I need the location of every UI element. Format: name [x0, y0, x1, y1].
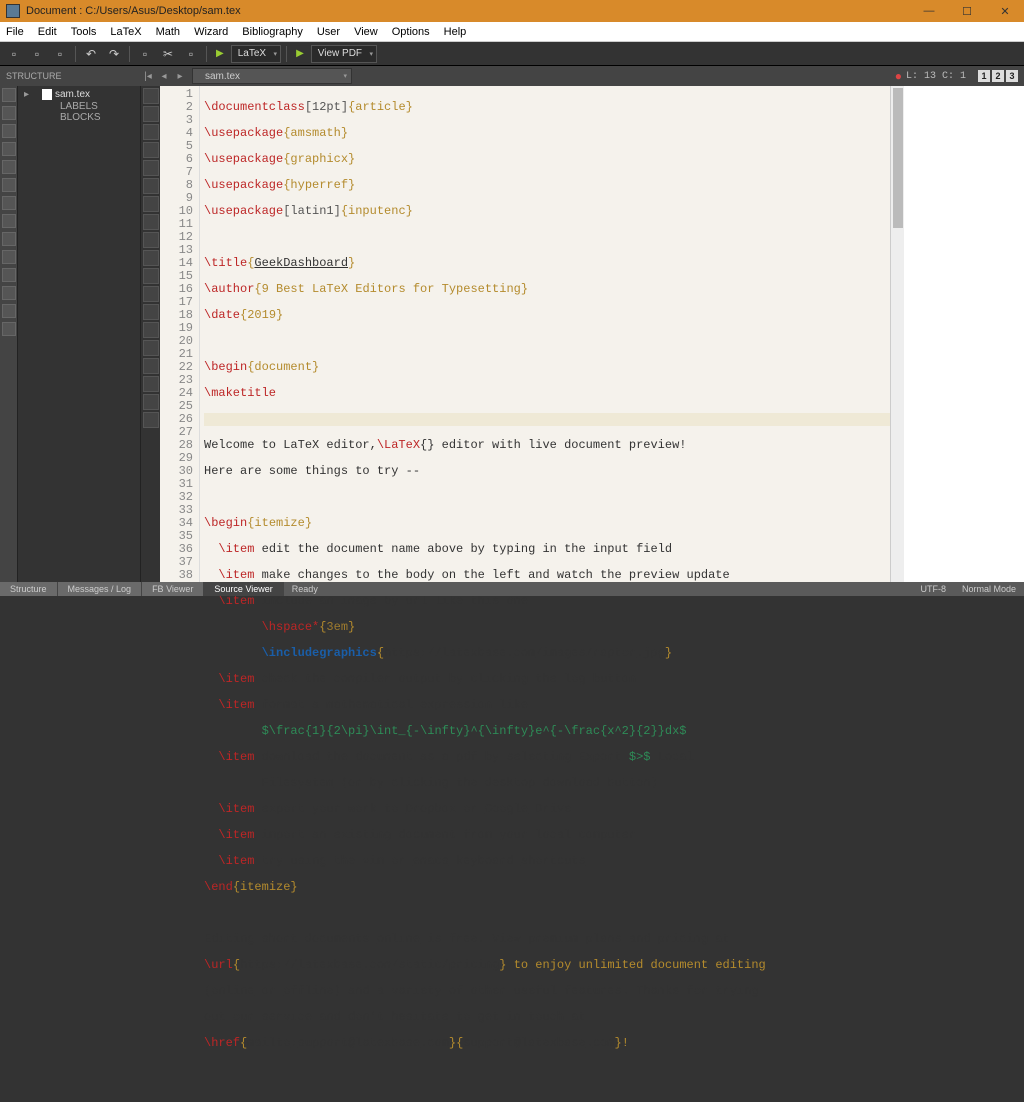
status-ready: Ready — [284, 584, 326, 594]
structure-file[interactable]: sam.tex — [22, 88, 136, 101]
side-icon[interactable] — [143, 358, 159, 374]
bottom-tab-structure[interactable]: Structure — [0, 582, 58, 596]
left-icon[interactable] — [2, 322, 16, 336]
bottom-tab-fbviewer[interactable]: FB Viewer — [142, 582, 204, 596]
maximize-button[interactable]: ☐ — [948, 0, 986, 22]
left-icon[interactable] — [2, 160, 16, 174]
side-icon[interactable] — [143, 106, 159, 122]
status-encoding: UTF-8 — [912, 584, 954, 594]
undo-icon[interactable]: ↶ — [81, 44, 101, 64]
preview-panel — [904, 86, 1024, 582]
side-icon[interactable] — [143, 250, 159, 266]
split-1-icon[interactable]: 1 — [978, 70, 990, 82]
left-icon[interactable] — [2, 232, 16, 246]
menu-tools[interactable]: Tools — [71, 26, 97, 38]
left-icon[interactable] — [2, 178, 16, 192]
redo-icon[interactable]: ↷ — [104, 44, 124, 64]
paste-icon[interactable]: ▫ — [181, 44, 201, 64]
menu-help[interactable]: Help — [444, 26, 467, 38]
structure-labels[interactable]: LABELS — [22, 101, 136, 112]
left-icon[interactable] — [2, 124, 16, 138]
close-button[interactable]: ✕ — [986, 0, 1024, 22]
cursor-position: L: 13 C: 1 — [906, 71, 966, 82]
code-editor[interactable]: \documentclass[12pt]{article} \usepackag… — [200, 86, 890, 582]
status-mode: Normal Mode — [954, 584, 1024, 594]
new-doc-icon[interactable]: ▫ — [4, 44, 24, 64]
bottom-bar: Structure Messages / Log FB Viewer Sourc… — [0, 582, 1024, 596]
tab-row: STRUCTURE |◂ ◂ ▸ sam.tex▾ ● L: 13 C: 1 1… — [0, 66, 1024, 86]
left-icon[interactable] — [2, 268, 16, 282]
toolbar: ▫ ▫ ▫ ↶ ↷ ▫ ✂ ▫ ▶ LaTeX▾ ▶ View PDF▾ — [0, 42, 1024, 66]
modified-dot-icon: ● — [895, 69, 902, 83]
split-3-icon[interactable]: 3 — [1006, 70, 1018, 82]
minimize-button[interactable]: — — [910, 0, 948, 22]
left-icon[interactable] — [2, 196, 16, 210]
menu-bibliography[interactable]: Bibliography — [242, 26, 303, 38]
side-icon[interactable] — [143, 340, 159, 356]
structure-panel: sam.tex LABELS BLOCKS — [18, 86, 140, 582]
menu-math[interactable]: Math — [156, 26, 180, 38]
side-icon[interactable] — [143, 286, 159, 302]
left-icon[interactable] — [2, 142, 16, 156]
side-icon[interactable] — [143, 124, 159, 140]
side-icon[interactable] — [143, 160, 159, 176]
side-icon[interactable] — [143, 232, 159, 248]
view-icon[interactable]: ▶ — [296, 48, 304, 59]
copy-icon[interactable]: ▫ — [135, 44, 155, 64]
side-icon[interactable] — [143, 196, 159, 212]
viewpdf-dropdown[interactable]: View PDF▾ — [311, 45, 377, 63]
open-icon[interactable]: ▫ — [27, 44, 47, 64]
side-icon[interactable] — [143, 214, 159, 230]
titlebar: Document : C:/Users/Asus/Desktop/sam.tex… — [0, 0, 1024, 22]
compiler-dropdown[interactable]: LaTeX▾ — [231, 45, 281, 63]
cut-icon[interactable]: ✂ — [158, 44, 178, 64]
left-toolbar — [0, 86, 18, 582]
side-icon[interactable] — [143, 376, 159, 392]
bottom-tab-source[interactable]: Source Viewer — [204, 582, 283, 596]
side-icon[interactable] — [143, 412, 159, 428]
nav-first-icon[interactable]: |◂ — [140, 71, 156, 82]
structure-blocks[interactable]: BLOCKS — [22, 112, 136, 123]
line-gutter: 1 2 3 4 5 6 7 8 9 10 11 12 13 14 15 16 1… — [160, 86, 200, 582]
left-icon[interactable] — [2, 250, 16, 264]
menu-options[interactable]: Options — [392, 26, 430, 38]
editor-side-toolbar — [140, 86, 160, 582]
menu-file[interactable]: File — [6, 26, 24, 38]
left-icon[interactable] — [2, 214, 16, 228]
left-icon[interactable] — [2, 304, 16, 318]
save-icon[interactable]: ▫ — [50, 44, 70, 64]
left-icon[interactable] — [2, 286, 16, 300]
side-icon[interactable] — [143, 142, 159, 158]
menubar: File Edit Tools LaTeX Math Wizard Biblio… — [0, 22, 1024, 42]
nav-prev-icon[interactable]: ◂ — [156, 71, 172, 82]
bottom-tab-messages[interactable]: Messages / Log — [58, 582, 143, 596]
file-tab[interactable]: sam.tex▾ — [192, 68, 352, 84]
side-icon[interactable] — [143, 322, 159, 338]
app-icon — [6, 4, 20, 18]
side-icon[interactable] — [143, 178, 159, 194]
window-title: Document : C:/Users/Asus/Desktop/sam.tex — [26, 5, 910, 17]
left-icon[interactable] — [2, 106, 16, 120]
menu-wizard[interactable]: Wizard — [194, 26, 228, 38]
left-icon[interactable] — [2, 88, 16, 102]
menu-user[interactable]: User — [317, 26, 340, 38]
split-2-icon[interactable]: 2 — [992, 70, 1004, 82]
side-icon[interactable] — [143, 88, 159, 104]
structure-header: STRUCTURE — [0, 71, 140, 81]
vertical-scrollbar[interactable] — [890, 86, 904, 582]
side-icon[interactable] — [143, 304, 159, 320]
side-icon[interactable] — [143, 394, 159, 410]
menu-latex[interactable]: LaTeX — [110, 26, 141, 38]
nav-next-icon[interactable]: ▸ — [172, 71, 188, 82]
menu-edit[interactable]: Edit — [38, 26, 57, 38]
run-icon[interactable]: ▶ — [216, 48, 224, 59]
menu-view[interactable]: View — [354, 26, 378, 38]
main-area: sam.tex LABELS BLOCKS 1 2 3 4 5 6 7 8 9 … — [0, 86, 1024, 582]
side-icon[interactable] — [143, 268, 159, 284]
